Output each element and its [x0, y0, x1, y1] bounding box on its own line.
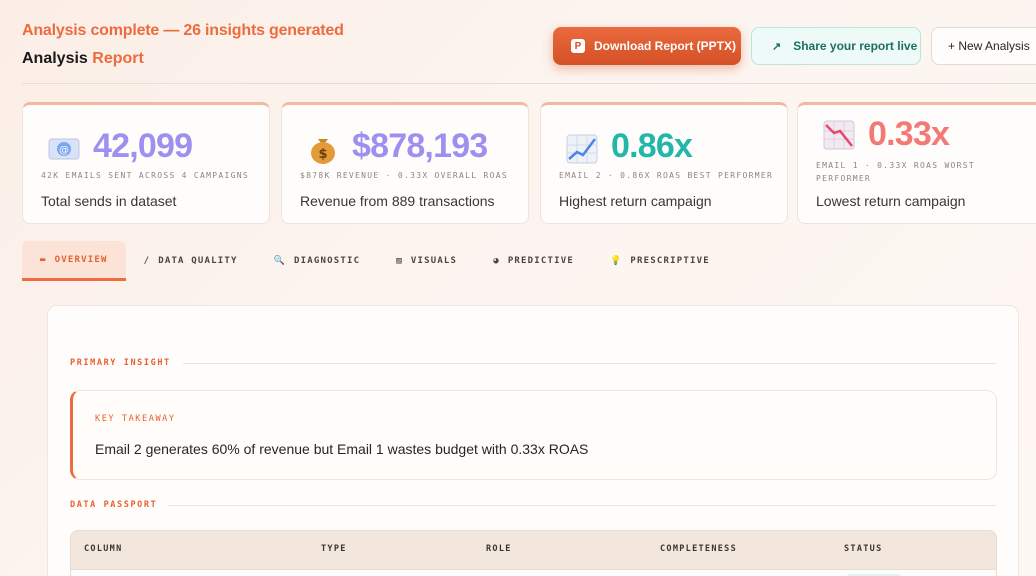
money-bag-icon: $ [311, 139, 335, 164]
tab-diagnostic[interactable]: 🔍 DIAGNOSTIC [256, 241, 379, 281]
download-report-button[interactable]: P Download Report (PPTX) [553, 27, 741, 65]
tab-label: DATA QUALITY [158, 256, 238, 266]
share-report-button[interactable]: ↗ Share your report live [751, 27, 921, 65]
column-header-column: COLUMN [84, 544, 123, 554]
key-takeaway-label: KEY TAKEAWAY [95, 414, 176, 424]
column-header-completeness: COMPLETENESS [660, 544, 738, 554]
kpi-card-total-sends: @ 42,099 42K emails sent across 4 campai… [22, 102, 270, 224]
tab-label: PRESCRIPTIVE [630, 256, 710, 266]
section-divider [168, 505, 996, 506]
tab-overview[interactable]: ▬ OVERVIEW [22, 241, 126, 281]
tab-label: VISUALS [410, 256, 458, 266]
kpi-description: Highest return campaign [559, 193, 712, 209]
key-takeaway-text: Email 2 generates 60% of revenue but Ema… [95, 441, 589, 457]
tab-prescriptive[interactable]: 💡 PRESCRIPTIVE [592, 241, 728, 281]
email-icon: @ [48, 138, 80, 160]
header-divider [22, 83, 1036, 84]
kpi-description: Lowest return campaign [816, 193, 966, 209]
external-link-icon: ↗ [772, 40, 782, 53]
lightbulb-icon: 💡 [610, 256, 623, 266]
kpi-card-worst-campaign: 0.33x Email 1 · 0.33x ROAS worst perform… [797, 102, 1036, 224]
kpi-value: $878,193 [352, 127, 488, 165]
kpi-value: 42,099 [93, 127, 193, 165]
column-header-role: ROLE [486, 544, 512, 554]
page-header: Analysis complete — 26 insights generate… [22, 22, 344, 68]
kpi-description: Total sends in dataset [41, 193, 177, 209]
kpi-subtext: Email 2 · 0.86x ROAS best performer [559, 171, 774, 180]
tab-label: OVERVIEW [54, 254, 108, 265]
svg-text:@: @ [59, 145, 69, 156]
analysis-tabs: ▬ OVERVIEW ∕ DATA QUALITY 🔍 DIAGNOSTIC ▨… [22, 241, 728, 281]
page-title-accent: Report [92, 50, 144, 67]
kpi-description: Revenue from 889 transactions [300, 193, 495, 209]
tab-label: DIAGNOSTIC [294, 256, 361, 266]
kpi-value: 0.86x [611, 127, 693, 165]
crystal-ball-icon: ◕ [493, 256, 500, 266]
page-title: Analysis Report [22, 50, 344, 68]
chat-icon: ▬ [40, 254, 47, 265]
kpi-subtext: $878K revenue · 0.33x overall ROAS [300, 171, 508, 180]
tab-predictive[interactable]: ◕ PREDICTIVE [475, 241, 592, 281]
chart-up-icon [566, 134, 598, 164]
magnifier-icon: 🔍 [273, 256, 287, 266]
chart-icon: ▨ [396, 256, 403, 266]
chart-down-icon [823, 120, 855, 150]
column-header-status: STATUS [844, 544, 883, 554]
powerpoint-icon: P [571, 39, 585, 53]
column-header-type: TYPE [321, 544, 347, 554]
data-passport-heading: DATA PASSPORT [70, 500, 158, 510]
kpi-card-revenue: $ $878,193 $878K revenue · 0.33x overall… [281, 102, 529, 224]
table-row [70, 570, 997, 576]
new-analysis-button[interactable]: + New Analysis [931, 27, 1036, 65]
tab-data-quality[interactable]: ∕ DATA QUALITY [126, 241, 256, 281]
download-report-label: Download Report (PPTX) [594, 39, 736, 53]
analysis-status: Analysis complete — 26 insights generate… [22, 22, 344, 39]
new-analysis-label: + New Analysis [948, 39, 1030, 53]
primary-insight-heading: PRIMARY INSIGHT [70, 358, 171, 368]
page-title-main: Analysis [22, 50, 88, 67]
pencil-icon: ∕ [143, 256, 151, 266]
tab-visuals[interactable]: ▨ VISUALS [378, 241, 475, 281]
overview-panel: PRIMARY INSIGHT KEY TAKEAWAY Email 2 gen… [47, 305, 1019, 576]
kpi-value: 0.33x [868, 115, 950, 153]
kpi-card-best-campaign: 0.86x Email 2 · 0.86x ROAS best performe… [540, 102, 788, 224]
kpi-subtext: Email 1 · 0.33x ROAS worst performer [816, 161, 976, 183]
data-passport-table-header: COLUMN TYPE ROLE COMPLETENESS STATUS [70, 530, 997, 570]
section-divider [183, 363, 996, 364]
tab-label: PREDICTIVE [507, 256, 574, 266]
key-takeaway-card: KEY TAKEAWAY Email 2 generates 60% of re… [70, 390, 997, 480]
svg-text:$: $ [318, 147, 327, 162]
share-report-label: Share your report live [793, 39, 918, 53]
kpi-subtext: 42K emails sent across 4 campaigns [41, 171, 249, 180]
